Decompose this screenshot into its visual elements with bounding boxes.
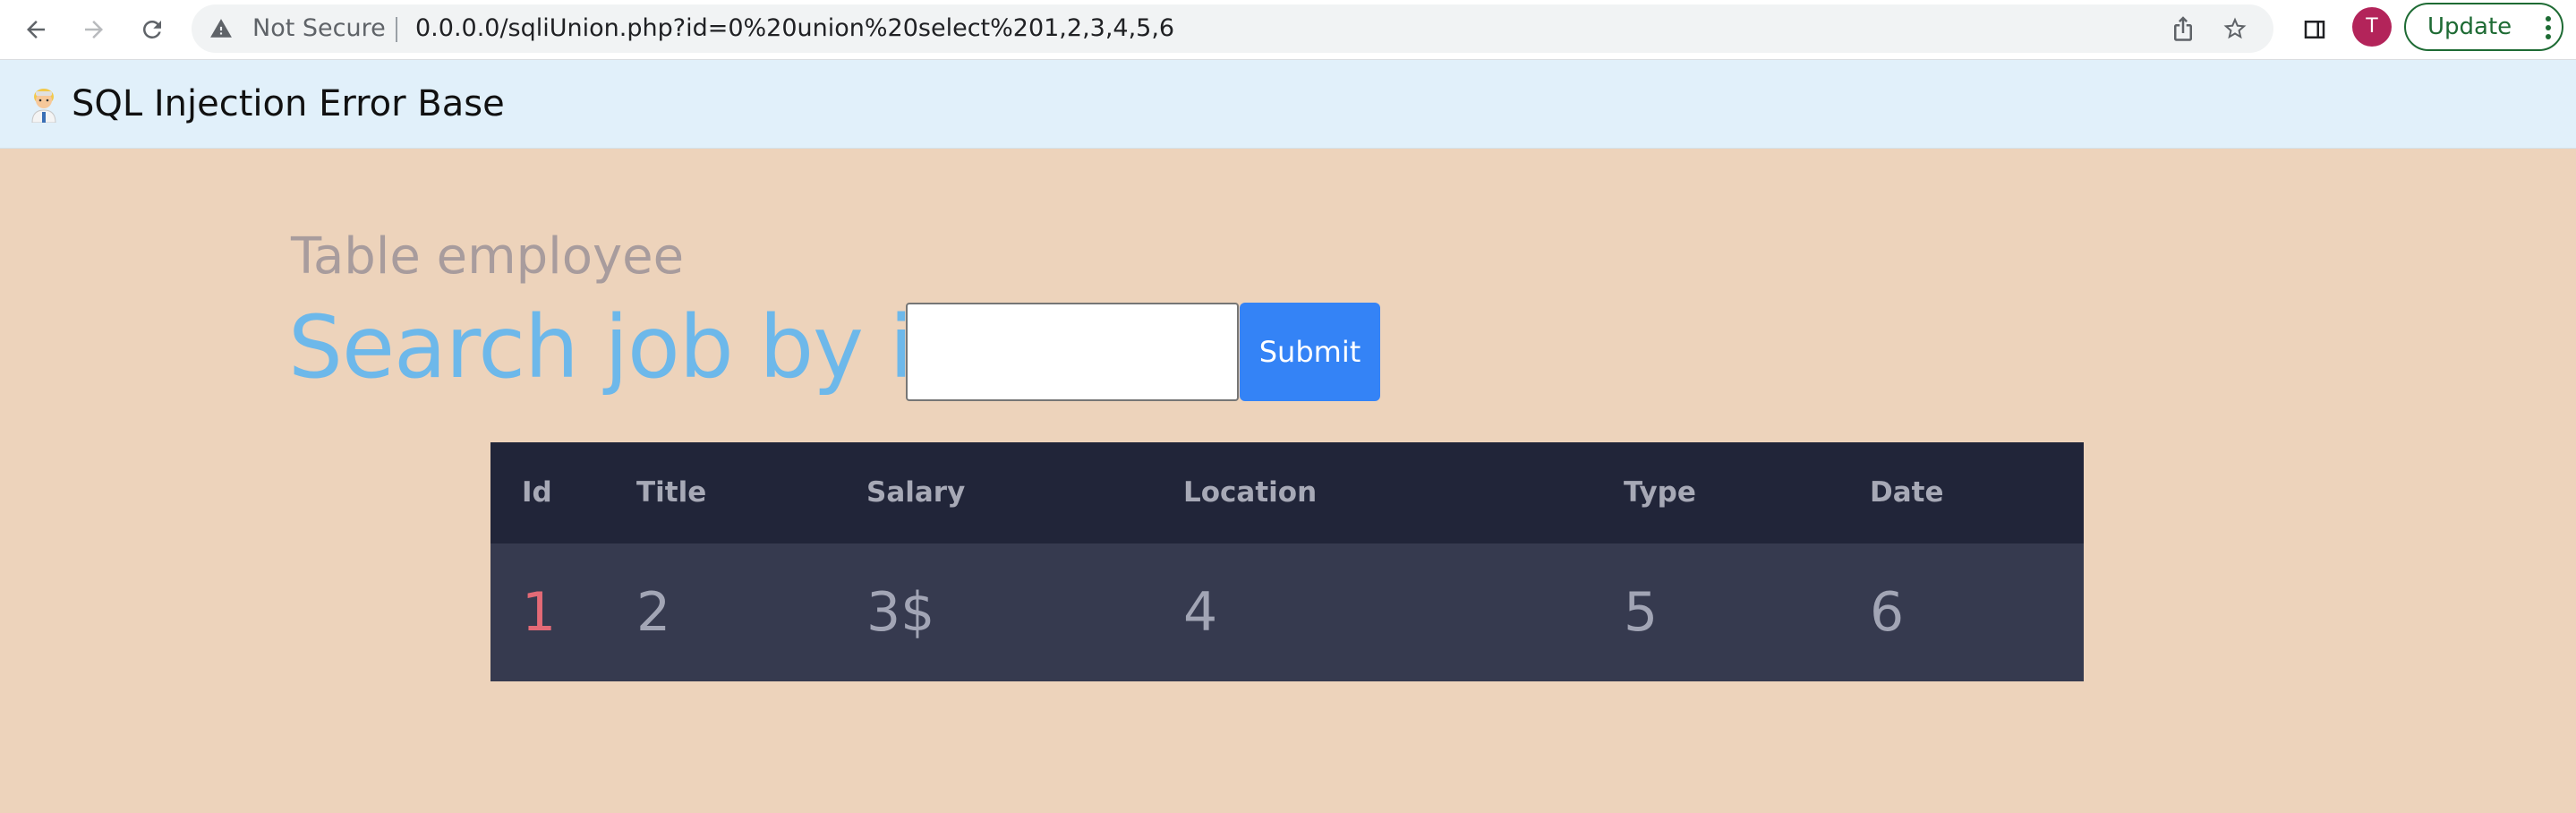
browser-toolbar: Not Secure 0.0.0.0/sqliUnion.php?id=0%20… bbox=[0, 0, 2576, 60]
table-subheading: Table employee bbox=[291, 227, 685, 286]
divider bbox=[396, 17, 397, 42]
back-arrow-icon bbox=[27, 21, 45, 39]
side-panel-button[interactable] bbox=[2297, 12, 2333, 47]
side-panel-icon bbox=[2304, 21, 2325, 39]
cell-location: 4 bbox=[1183, 581, 1218, 644]
column-header-location: Location bbox=[1183, 476, 1318, 509]
update-button[interactable]: Update bbox=[2404, 3, 2563, 51]
profile-avatar[interactable]: T bbox=[2352, 7, 2392, 47]
app-navbar: SQL Injection Error Base bbox=[0, 60, 2576, 149]
url-text[interactable]: 0.0.0.0/sqliUnion.php?id=0%20union%20sel… bbox=[415, 4, 1174, 53]
cell-salary: 3$ bbox=[866, 581, 935, 644]
column-header-date: Date bbox=[1870, 476, 1944, 509]
scientist-emoji-icon bbox=[31, 89, 56, 123]
column-header-title: Title bbox=[636, 476, 707, 509]
table-row: 1 2 3$ 4 5 6 bbox=[490, 543, 2084, 681]
column-header-type: Type bbox=[1624, 476, 1696, 509]
employee-table: Id Title Salary Location Type Date 1 2 3… bbox=[490, 442, 2084, 681]
job-id-input[interactable] bbox=[906, 303, 1239, 401]
share-icon[interactable] bbox=[2170, 15, 2196, 42]
cell-title: 2 bbox=[636, 581, 671, 644]
forward-button[interactable] bbox=[76, 12, 112, 47]
address-bar[interactable]: Not Secure 0.0.0.0/sqliUnion.php?id=0%20… bbox=[192, 4, 2273, 53]
reload-icon bbox=[143, 20, 161, 39]
brand-title[interactable]: SQL Injection Error Base bbox=[72, 60, 505, 148]
forward-arrow-icon bbox=[85, 21, 103, 39]
security-status[interactable]: Not Secure bbox=[252, 4, 386, 53]
column-header-salary: Salary bbox=[866, 476, 966, 509]
cell-date: 6 bbox=[1870, 581, 1905, 644]
kebab-menu-icon bbox=[2546, 16, 2551, 39]
page-title: Search job by id bbox=[288, 297, 967, 398]
back-button[interactable] bbox=[18, 12, 54, 47]
update-label: Update bbox=[2427, 13, 2512, 40]
cell-type: 5 bbox=[1624, 581, 1659, 644]
cell-id: 1 bbox=[522, 581, 557, 644]
star-icon[interactable] bbox=[2222, 15, 2248, 42]
warning-icon bbox=[210, 19, 232, 38]
submit-button[interactable]: Submit bbox=[1240, 303, 1380, 401]
column-header-id: Id bbox=[522, 476, 552, 509]
reload-button[interactable] bbox=[134, 12, 170, 47]
table-header-row: Id Title Salary Location Type Date bbox=[490, 442, 2084, 543]
